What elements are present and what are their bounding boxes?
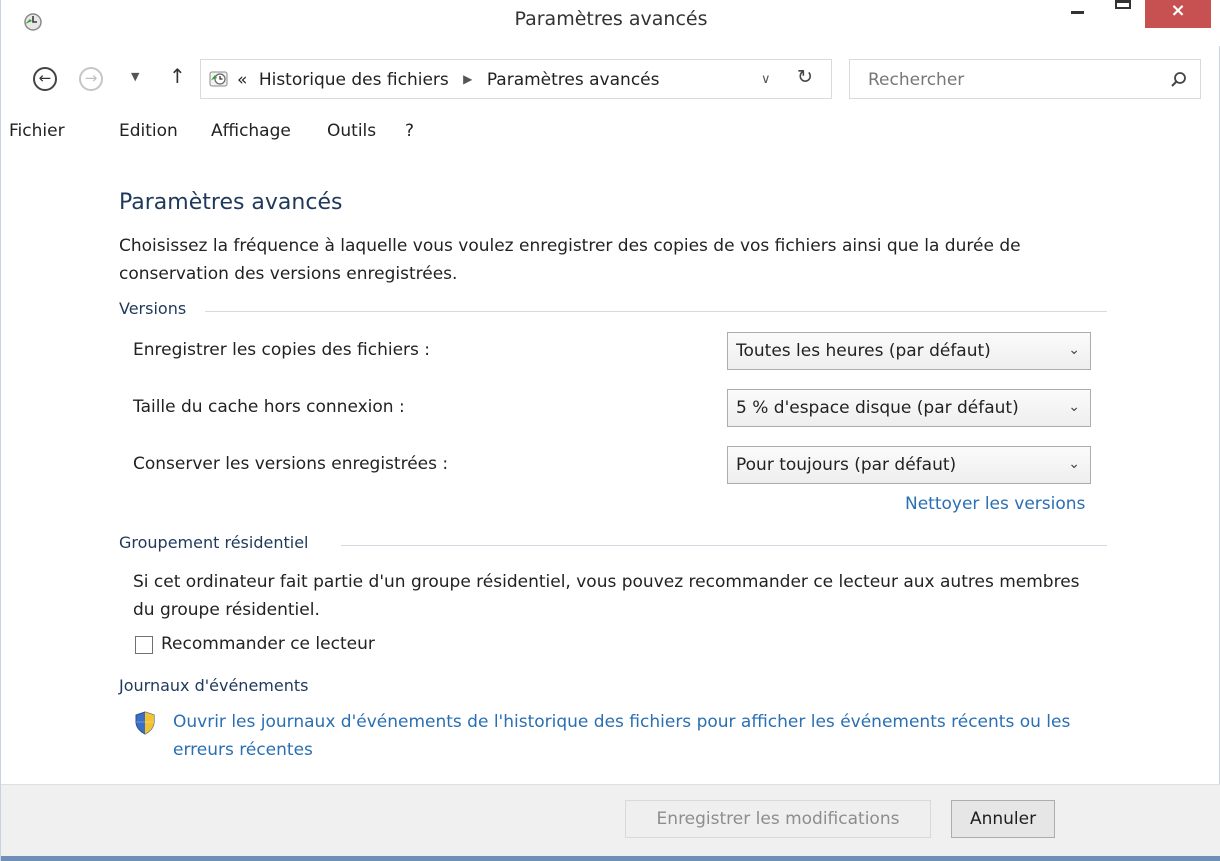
address-bar[interactable]: « Historique des fichiers ▶ Paramètres a… <box>200 59 832 99</box>
window: Paramètres avancés × ← → ▼ ↑ « Historiqu… <box>0 0 1220 861</box>
section-versions-heading: Versions <box>119 299 187 318</box>
keep-versions-label: Conserver les versions enregistrées : <box>133 454 449 474</box>
minimize-button[interactable] <box>1057 0 1101 24</box>
page-title: Paramètres avancés <box>119 190 343 215</box>
window-border <box>1 856 1220 861</box>
save-frequency-label: Enregistrer les copies des fichiers : <box>133 340 431 360</box>
homegroup-text: Si cet ordinateur fait partie d'un group… <box>133 572 1080 620</box>
breadcrumb-item-history[interactable]: Historique des fichiers <box>259 70 449 90</box>
section-events-heading: Journaux d'événements <box>119 676 309 695</box>
cleanup-versions-link[interactable]: Nettoyer les versions <box>905 494 1085 514</box>
search-box[interactable]: Rechercher <box>849 59 1201 99</box>
forward-button[interactable]: → <box>79 67 103 91</box>
close-button[interactable]: × <box>1145 0 1211 28</box>
save-frequency-select[interactable]: Toutes les heures (par défaut) ⌄ <box>727 332 1091 370</box>
up-button[interactable]: ↑ <box>169 64 186 88</box>
title-bar: Paramètres avancés × <box>1 0 1220 46</box>
back-button[interactable]: ← <box>33 67 57 91</box>
section-homegroup-heading: Groupement résidentiel <box>119 533 309 552</box>
offline-cache-label: Taille du cache hors connexion : <box>133 397 405 417</box>
save-changes-button[interactable]: Enregistrer les modifications <box>625 800 931 838</box>
chevron-down-icon: ⌄ <box>1068 456 1080 472</box>
recent-locations-dropdown[interactable]: ▼ <box>131 70 139 83</box>
section-divider <box>341 545 1107 546</box>
maximize-icon <box>1115 0 1131 9</box>
file-history-icon <box>209 71 228 87</box>
breadcrumb-prefix[interactable]: « <box>237 70 247 90</box>
menu-edition[interactable]: Edition <box>119 121 178 141</box>
chevron-down-icon: ⌄ <box>1068 342 1080 358</box>
chevron-down-icon: ⌄ <box>1068 399 1080 415</box>
shield-icon <box>135 711 155 735</box>
section-divider <box>205 311 1107 312</box>
breadcrumb-item-advanced[interactable]: Paramètres avancés <box>487 70 660 90</box>
refresh-button[interactable]: ↻ <box>797 66 813 88</box>
window-title: Paramètres avancés <box>514 8 708 30</box>
breadcrumb-separator[interactable]: ▶ <box>463 72 472 86</box>
recommend-drive-checkbox[interactable] <box>135 636 153 654</box>
recommend-drive-label[interactable]: Recommander ce lecteur <box>161 634 375 654</box>
maximize-button[interactable] <box>1103 0 1147 24</box>
menu-fichier[interactable]: Fichier <box>9 121 65 141</box>
address-dropdown[interactable]: ∨ <box>761 72 771 87</box>
search-input[interactable]: Rechercher <box>868 70 964 90</box>
menu-affichage[interactable]: Affichage <box>211 121 291 141</box>
intro-text: Choisissez la fréquence à laquelle vous … <box>119 236 1021 284</box>
keep-versions-select[interactable]: Pour toujours (par défaut) ⌄ <box>727 446 1091 484</box>
menu-help[interactable]: ? <box>405 121 414 141</box>
menu-outils[interactable]: Outils <box>327 121 376 141</box>
search-icon[interactable] <box>1170 71 1188 89</box>
save-frequency-value: Toutes les heures (par défaut) <box>736 341 991 361</box>
breadcrumb: « Historique des fichiers ▶ Paramètres a… <box>237 70 659 90</box>
offline-cache-select[interactable]: 5 % d'espace disque (par défaut) ⌄ <box>727 389 1091 427</box>
cancel-button[interactable]: Annuler <box>951 800 1055 838</box>
minimize-icon <box>1071 11 1084 14</box>
event-logs-link[interactable]: Ouvrir les journaux d'événements de l'hi… <box>173 708 1113 764</box>
offline-cache-value: 5 % d'espace disque (par défaut) <box>736 398 1019 418</box>
keep-versions-value: Pour toujours (par défaut) <box>736 455 957 475</box>
